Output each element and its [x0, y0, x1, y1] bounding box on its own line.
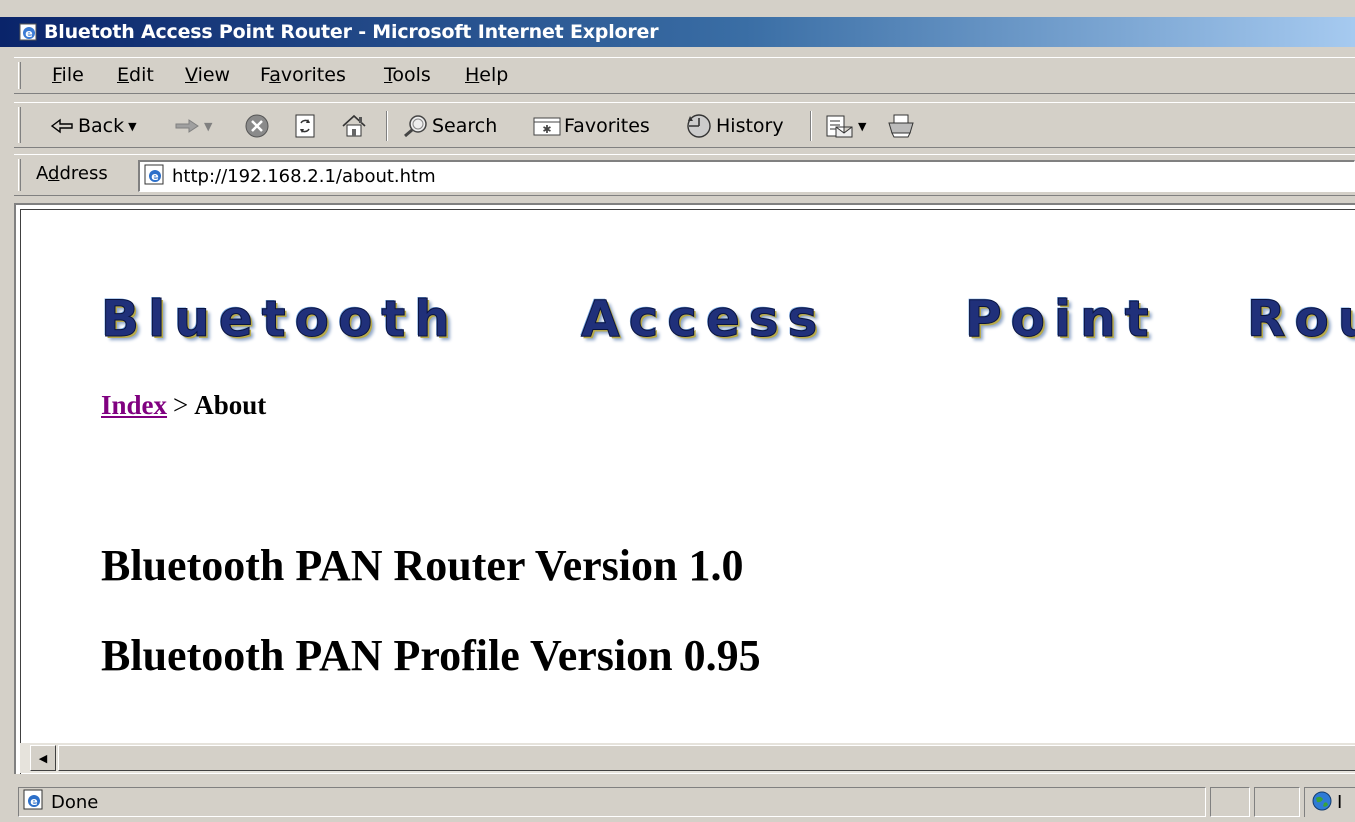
address-url: http://192.168.2.1/about.htm: [172, 166, 436, 187]
title-bar[interactable]: e Bluetoth Access Point Router - Microso…: [0, 17, 1355, 47]
page-icon: e: [144, 164, 166, 190]
svg-text:✱: ✱: [542, 123, 551, 136]
forward-button[interactable]: ▼: [174, 103, 212, 149]
horizontal-scrollbar[interactable]: ◀: [20, 743, 1355, 773]
stop-icon: [244, 113, 270, 139]
addressbar-grip[interactable]: [18, 159, 21, 191]
forward-dropdown-icon[interactable]: ▼: [204, 120, 212, 133]
scroll-left-button[interactable]: ◀: [30, 745, 56, 771]
toolbar-grip[interactable]: [18, 107, 21, 143]
profile-version: Bluetooth PAN Profile Version 0.95: [101, 631, 761, 680]
back-dropdown-icon[interactable]: ▼: [128, 120, 136, 133]
menu-favorites[interactable]: Favorites: [260, 64, 346, 86]
breadcrumb-separator: >: [173, 390, 189, 420]
back-button[interactable]: Back ▼: [50, 103, 137, 149]
address-bar: Address e http://192.168.2.1/about.htm: [14, 154, 1355, 196]
mail-icon: [824, 113, 854, 139]
scroll-thumb[interactable]: [58, 745, 1355, 771]
page-done-icon: e: [23, 789, 45, 815]
search-button[interactable]: Search: [402, 103, 497, 149]
history-button[interactable]: History: [684, 103, 784, 149]
history-icon: [684, 113, 714, 139]
browser-content: Bluetooth Access Point Router Index>Abou…: [14, 203, 1355, 774]
internet-explorer-icon: e: [18, 21, 40, 43]
arrow-left-icon: ◀: [38, 751, 48, 765]
status-bar: e Done I: [14, 784, 1355, 820]
favorites-label: Favorites: [564, 115, 650, 137]
refresh-button[interactable]: [294, 103, 318, 149]
breadcrumb: Index > About: [101, 390, 266, 421]
status-text: Done: [51, 791, 99, 813]
status-main-panel: e Done: [18, 787, 1206, 817]
breadcrumb-current: About: [194, 390, 267, 420]
mail-dropdown-icon[interactable]: ▼: [858, 120, 866, 133]
banner-word: Point: [965, 290, 1158, 349]
svg-text:e: e: [25, 27, 32, 40]
menu-bar: File Edit View Favorites Tools Help: [14, 57, 1355, 94]
svg-text:e: e: [30, 795, 37, 808]
toolbar-separator: [386, 111, 388, 141]
standard-toolbar: Back ▼ ▼ Search ✱ Favorites History ▼: [14, 102, 1355, 148]
breadcrumb-index-link[interactable]: Index: [101, 390, 167, 420]
router-version: Bluetooth PAN Router Version 1.0: [101, 541, 744, 590]
page-body: Bluetooth Access Point Router Index>Abou…: [20, 209, 1355, 774]
refresh-icon: [294, 113, 318, 139]
security-zone[interactable]: I: [1304, 787, 1355, 817]
stop-button[interactable]: [244, 103, 270, 149]
svg-text:e: e: [151, 170, 158, 183]
window-title: Bluetoth Access Point Router - Microsoft…: [44, 21, 659, 43]
back-label: Back: [78, 115, 125, 137]
banner-word: Bluetooth: [101, 290, 459, 349]
print-button[interactable]: [886, 103, 916, 149]
forward-arrow-icon: [174, 117, 200, 135]
banner-word: Router: [1247, 290, 1355, 349]
search-label: Search: [432, 115, 498, 137]
menu-view[interactable]: View: [185, 64, 230, 86]
status-panel: [1210, 787, 1250, 817]
internet-zone-icon: [1311, 790, 1333, 816]
home-button[interactable]: [340, 103, 368, 149]
zone-text: I: [1337, 792, 1343, 813]
menubar-grip[interactable]: [18, 62, 21, 89]
print-icon: [886, 113, 916, 139]
menu-edit[interactable]: Edit: [117, 64, 154, 86]
back-arrow-icon: [50, 117, 74, 135]
address-input[interactable]: e http://192.168.2.1/about.htm: [138, 160, 1355, 192]
address-label: Address: [36, 163, 108, 184]
history-label: History: [716, 115, 784, 137]
mail-button[interactable]: ▼: [824, 103, 866, 149]
toolbar-separator: [810, 111, 812, 141]
home-icon: [340, 113, 368, 139]
banner-word: Access: [580, 290, 827, 349]
search-icon: [402, 113, 430, 139]
menu-tools[interactable]: Tools: [384, 64, 431, 86]
favorites-button[interactable]: ✱ Favorites: [532, 103, 650, 149]
menu-help[interactable]: Help: [465, 64, 508, 86]
status-panel: [1254, 787, 1300, 817]
favorites-icon: ✱: [532, 114, 562, 138]
menu-file[interactable]: File: [52, 64, 84, 86]
